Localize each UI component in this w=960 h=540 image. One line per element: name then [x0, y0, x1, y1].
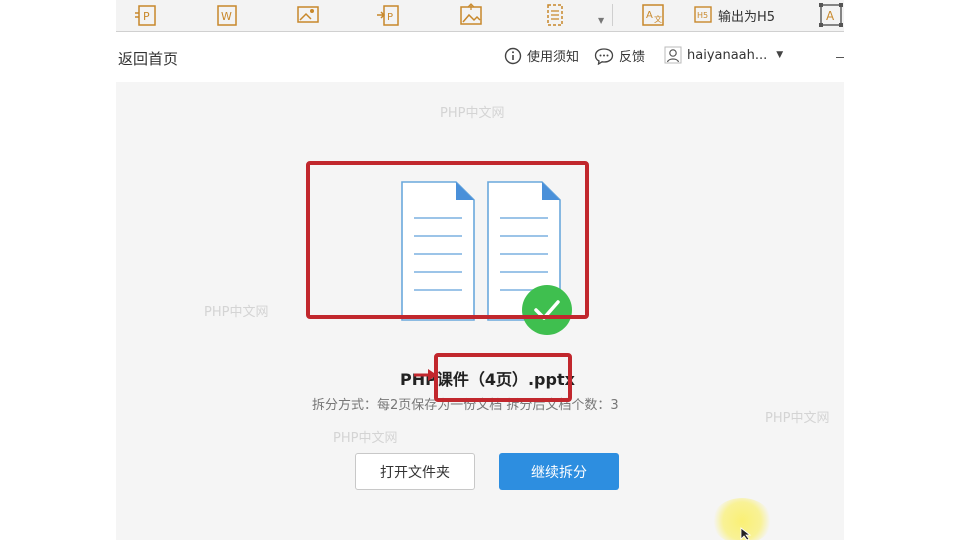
translate-icon[interactable]: A文: [638, 2, 668, 28]
watermark: PHP中文网: [765, 411, 830, 426]
export-h5-label: 输出为H5: [718, 9, 776, 25]
highlight-box-documents: [306, 161, 589, 319]
svg-text:P: P: [387, 12, 393, 23]
watermark: PHP中文网: [440, 106, 505, 121]
image-convert-icon[interactable]: [294, 2, 324, 28]
minimize-icon[interactable]: [836, 57, 844, 58]
ppt-to-pdf-icon[interactable]: P: [132, 2, 162, 28]
word-icon[interactable]: W: [212, 2, 242, 28]
image-icon[interactable]: [456, 2, 486, 28]
app-window: P W P ▼ A文 H5 输出为H5 A 返回首页 使用须知 反馈 haiya…: [0, 0, 960, 540]
chevron-down-icon[interactable]: ▼: [598, 16, 604, 25]
open-folder-button[interactable]: 打开文件夹: [355, 453, 475, 490]
avatar: [664, 46, 682, 64]
svg-text:A: A: [826, 9, 835, 23]
continue-split-button[interactable]: 继续拆分: [499, 453, 619, 490]
export-h5-button[interactable]: H5 输出为H5: [694, 2, 775, 28]
feedback-label: 反馈: [619, 50, 646, 65]
toolbar: P W P ▼ A文 H5 输出为H5 A: [116, 0, 844, 32]
watermark: PHP中文网: [333, 431, 398, 446]
toolbar-divider: [612, 4, 613, 26]
user-menu[interactable]: haiyanaah... ▼: [664, 46, 783, 64]
h5-icon: H5: [694, 6, 712, 23]
svg-text:A: A: [646, 10, 653, 21]
text-box-icon[interactable]: A: [816, 2, 846, 28]
feedback-button[interactable]: 反馈: [594, 46, 645, 65]
svg-text:H5: H5: [697, 11, 708, 20]
page-icon[interactable]: [540, 2, 570, 28]
back-home-link[interactable]: 返回首页: [118, 48, 178, 69]
chevron-down-icon: ▼: [776, 50, 784, 60]
user-name: haiyanaah...: [687, 47, 768, 63]
info-icon: [504, 47, 522, 64]
usage-notice-label: 使用须知: [527, 50, 580, 65]
svg-text:P: P: [143, 10, 150, 23]
pdf-convert-icon[interactable]: P: [374, 2, 404, 28]
mouse-cursor-icon: [740, 527, 752, 540]
chat-bubble-icon: [594, 47, 614, 65]
usage-notice-button[interactable]: 使用须知: [504, 46, 579, 65]
watermark: PHP中文网: [204, 305, 269, 320]
highlight-box-filename: [434, 353, 572, 402]
svg-text:W: W: [221, 10, 232, 23]
header-bar: 返回首页 使用须知 反馈 haiyanaah... ▼: [116, 32, 844, 82]
svg-text:文: 文: [654, 14, 662, 24]
arrow-right-icon: [414, 369, 437, 381]
